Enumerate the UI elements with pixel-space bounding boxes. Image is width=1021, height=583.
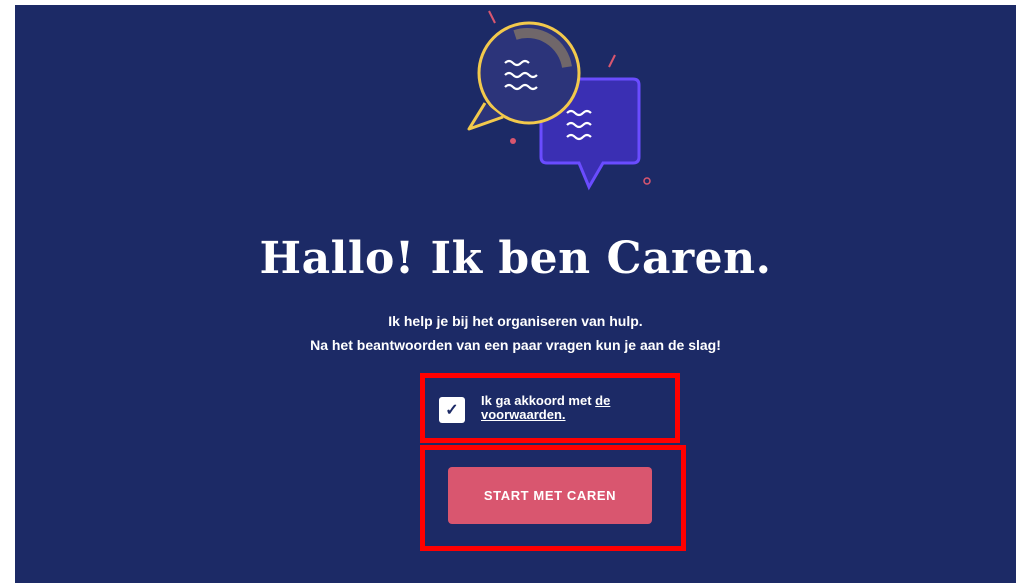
- start-button[interactable]: START MET CAREN: [448, 467, 652, 524]
- intro-line-1: Ik help je bij het organiseren van hulp.: [388, 313, 643, 329]
- terms-label: Ik ga akkoord met de voorwaarden.: [481, 394, 671, 422]
- terms-label-text: Ik ga akkoord met: [481, 393, 592, 408]
- terms-checkbox[interactable]: ✓: [439, 397, 465, 423]
- consent-highlight: ✓ Ik ga akkoord met de voorwaarden.: [420, 373, 680, 443]
- intro-line-2: Na het beantwoorden van een paar vragen …: [310, 337, 721, 353]
- cta-highlight: START MET CAREN: [420, 445, 686, 551]
- page-title: Hallo! Ik ben Caren.: [259, 233, 772, 284]
- intro-text: Ik help je bij het organiseren van hulp.…: [15, 309, 1016, 357]
- chat-bubbles-illustration-icon: [467, 10, 651, 191]
- checkmark-icon: ✓: [445, 402, 459, 419]
